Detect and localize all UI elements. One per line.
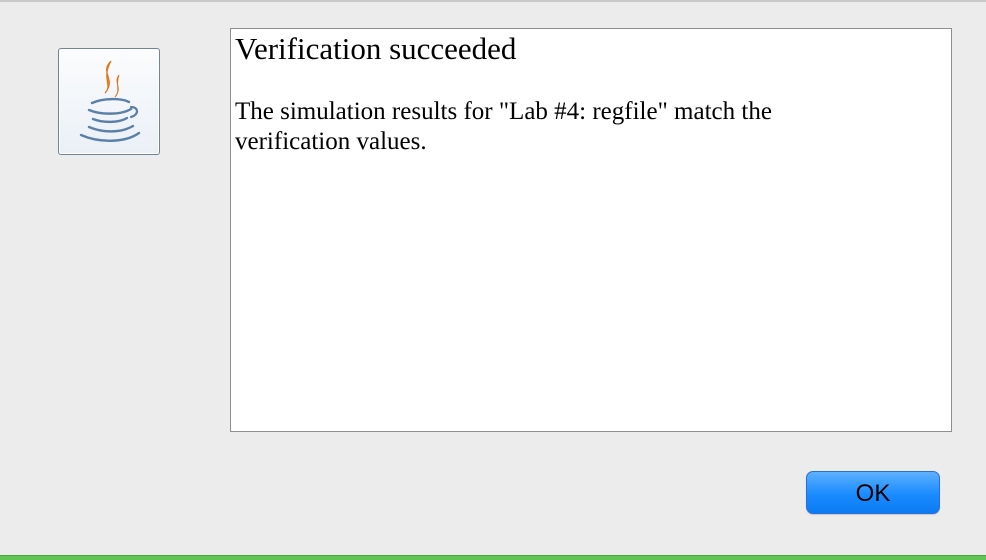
message-panel: Verification succeeded The simulation re… — [230, 28, 952, 432]
dialog-message: The simulation results for "Lab #4: regf… — [235, 98, 772, 155]
verification-dialog: Verification succeeded The simulation re… — [0, 0, 986, 560]
dialog-title: Verification succeeded — [235, 31, 517, 66]
window-bottom-strip — [0, 555, 986, 560]
java-coffee-cup-icon — [58, 48, 160, 155]
ok-button[interactable]: OK — [806, 471, 940, 514]
